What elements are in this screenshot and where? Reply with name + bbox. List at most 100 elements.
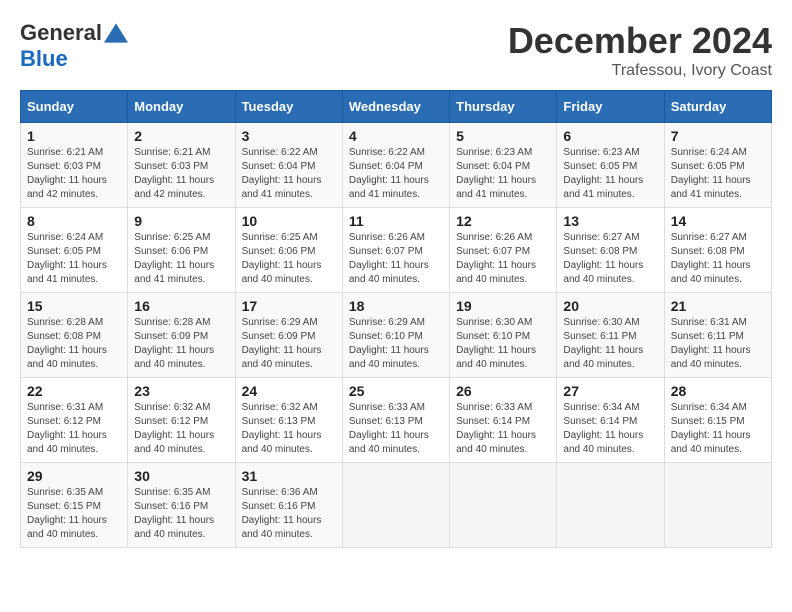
day-cell: 28Sunrise: 6:34 AMSunset: 6:15 PMDayligh…: [664, 378, 771, 463]
day-info: Sunrise: 6:28 AMSunset: 6:09 PMDaylight:…: [134, 316, 228, 372]
day-cell: 31Sunrise: 6:36 AMSunset: 6:16 PMDayligh…: [235, 463, 342, 548]
day-number: 16: [134, 298, 228, 314]
day-number: 2: [134, 128, 228, 144]
weekday-monday: Monday: [128, 91, 235, 123]
day-info: Sunrise: 6:30 AMSunset: 6:10 PMDaylight:…: [456, 316, 550, 372]
day-number: 7: [671, 128, 765, 144]
day-cell: 19 Sunrise: 6:30 AMSunset: 6:10 PMDayligh…: [450, 293, 557, 378]
day-info: Sunrise: 6:23 AMSunset: 6:05 PMDaylight:…: [563, 146, 657, 202]
day-number: 11: [349, 213, 443, 229]
day-number: 26: [456, 383, 550, 399]
header: General Blue December 2024 Trafessou, Iv…: [20, 20, 772, 80]
week-row-2: 8 Sunrise: 6:24 AMSunset: 6:05 PMDaylight…: [21, 208, 772, 293]
day-cell: 1 Sunrise: 6:21 AMSunset: 6:03 PMDaylight…: [21, 123, 128, 208]
day-cell: 25 Sunrise: 6:33 AMSunset: 6:13 PMDayligh…: [342, 378, 449, 463]
weekday-wednesday: Wednesday: [342, 91, 449, 123]
weekday-sunday: Sunday: [21, 91, 128, 123]
day-number: 18: [349, 298, 443, 314]
day-cell: 24 Sunrise: 6:32 AMSunset: 6:13 PMDayligh…: [235, 378, 342, 463]
day-number: 6: [563, 128, 657, 144]
day-info: Sunrise: 6:21 AMSunset: 6:03 PMDaylight:…: [27, 146, 121, 202]
day-cell: 10 Sunrise: 6:25 AMSunset: 6:06 PMDayligh…: [235, 208, 342, 293]
day-info: Sunrise: 6:36 AMSunset: 6:16 PMDaylight:…: [242, 486, 336, 542]
day-number: 8: [27, 213, 121, 229]
day-cell: 21 Sunrise: 6:31 AMSunset: 6:11 PMDayligh…: [664, 293, 771, 378]
week-row-3: 15 Sunrise: 6:28 AMSunset: 6:08 PMDayligh…: [21, 293, 772, 378]
day-info: Sunrise: 6:27 AMSunset: 6:08 PMDaylight:…: [563, 231, 657, 287]
day-info: Sunrise: 6:33 AMSunset: 6:13 PMDaylight:…: [349, 401, 443, 457]
weekday-thursday: Thursday: [450, 91, 557, 123]
weekday-friday: Friday: [557, 91, 664, 123]
day-cell: 5Sunrise: 6:23 AMSunset: 6:04 PMDaylight…: [450, 123, 557, 208]
day-number: 17: [242, 298, 336, 314]
day-cell: 17 Sunrise: 6:29 AMSunset: 6:09 PMDayligh…: [235, 293, 342, 378]
day-number: 3: [242, 128, 336, 144]
week-row-1: 1 Sunrise: 6:21 AMSunset: 6:03 PMDaylight…: [21, 123, 772, 208]
month-title: December 2024: [508, 20, 772, 62]
day-number: 19: [456, 298, 550, 314]
day-number: 15: [27, 298, 121, 314]
day-cell: [342, 463, 449, 548]
day-cell: 15 Sunrise: 6:28 AMSunset: 6:08 PMDayligh…: [21, 293, 128, 378]
day-cell: 7 Sunrise: 6:24 AMSunset: 6:05 PMDaylight…: [664, 123, 771, 208]
logo: General Blue: [20, 20, 128, 72]
day-number: 23: [134, 383, 228, 399]
day-cell: 13 Sunrise: 6:27 AMSunset: 6:08 PMDayligh…: [557, 208, 664, 293]
day-cell: 20 Sunrise: 6:30 AMSunset: 6:11 PMDayligh…: [557, 293, 664, 378]
day-info: Sunrise: 6:22 AMSunset: 6:04 PMDaylight:…: [242, 146, 336, 202]
weekday-saturday: Saturday: [664, 91, 771, 123]
day-cell: 12Sunrise: 6:26 AMSunset: 6:07 PMDayligh…: [450, 208, 557, 293]
calendar: SundayMondayTuesdayWednesdayThursdayFrid…: [20, 90, 772, 548]
day-cell: 18 Sunrise: 6:29 AMSunset: 6:10 PMDayligh…: [342, 293, 449, 378]
day-info: Sunrise: 6:25 AMSunset: 6:06 PMDaylight:…: [134, 231, 228, 287]
day-info: Sunrise: 6:32 AMSunset: 6:12 PMDaylight:…: [134, 401, 228, 457]
day-cell: 14Sunrise: 6:27 AMSunset: 6:08 PMDayligh…: [664, 208, 771, 293]
logo-icon: [104, 21, 128, 45]
day-number: 21: [671, 298, 765, 314]
day-number: 30: [134, 468, 228, 484]
day-info: Sunrise: 6:29 AMSunset: 6:10 PMDaylight:…: [349, 316, 443, 372]
day-cell: 26 Sunrise: 6:33 AMSunset: 6:14 PMDayligh…: [450, 378, 557, 463]
day-number: 10: [242, 213, 336, 229]
day-info: Sunrise: 6:31 AMSunset: 6:11 PMDaylight:…: [671, 316, 765, 372]
day-cell: 16 Sunrise: 6:28 AMSunset: 6:09 PMDayligh…: [128, 293, 235, 378]
title-area: December 2024 Trafessou, Ivory Coast: [508, 20, 772, 80]
day-info: Sunrise: 6:25 AMSunset: 6:06 PMDaylight:…: [242, 231, 336, 287]
calendar-body: 1 Sunrise: 6:21 AMSunset: 6:03 PMDaylight…: [21, 123, 772, 548]
week-row-4: 22Sunrise: 6:31 AMSunset: 6:12 PMDayligh…: [21, 378, 772, 463]
logo-general: General: [20, 20, 102, 46]
day-info: Sunrise: 6:28 AMSunset: 6:08 PMDaylight:…: [27, 316, 121, 372]
day-cell: 22Sunrise: 6:31 AMSunset: 6:12 PMDayligh…: [21, 378, 128, 463]
day-cell: [664, 463, 771, 548]
day-cell: 27Sunrise: 6:34 AMSunset: 6:14 PMDayligh…: [557, 378, 664, 463]
day-info: Sunrise: 6:32 AMSunset: 6:13 PMDaylight:…: [242, 401, 336, 457]
day-cell: 3 Sunrise: 6:22 AMSunset: 6:04 PMDaylight…: [235, 123, 342, 208]
day-cell: 9 Sunrise: 6:25 AMSunset: 6:06 PMDaylight…: [128, 208, 235, 293]
day-info: Sunrise: 6:31 AMSunset: 6:12 PMDaylight:…: [27, 401, 121, 457]
weekday-tuesday: Tuesday: [235, 91, 342, 123]
day-cell: [557, 463, 664, 548]
day-number: 9: [134, 213, 228, 229]
day-number: 20: [563, 298, 657, 314]
day-number: 25: [349, 383, 443, 399]
day-info: Sunrise: 6:33 AMSunset: 6:14 PMDaylight:…: [456, 401, 550, 457]
day-cell: 6 Sunrise: 6:23 AMSunset: 6:05 PMDaylight…: [557, 123, 664, 208]
day-number: 12: [456, 213, 550, 229]
day-number: 13: [563, 213, 657, 229]
day-cell: 23 Sunrise: 6:32 AMSunset: 6:12 PMDayligh…: [128, 378, 235, 463]
day-cell: 30Sunrise: 6:35 AMSunset: 6:16 PMDayligh…: [128, 463, 235, 548]
day-info: Sunrise: 6:29 AMSunset: 6:09 PMDaylight:…: [242, 316, 336, 372]
day-cell: [450, 463, 557, 548]
day-cell: 4 Sunrise: 6:22 AMSunset: 6:04 PMDaylight…: [342, 123, 449, 208]
day-info: Sunrise: 6:22 AMSunset: 6:04 PMDaylight:…: [349, 146, 443, 202]
weekday-header: SundayMondayTuesdayWednesdayThursdayFrid…: [21, 91, 772, 123]
day-info: Sunrise: 6:24 AMSunset: 6:05 PMDaylight:…: [671, 146, 765, 202]
day-number: 1: [27, 128, 121, 144]
day-number: 4: [349, 128, 443, 144]
day-info: Sunrise: 6:24 AMSunset: 6:05 PMDaylight:…: [27, 231, 121, 287]
day-cell: 29Sunrise: 6:35 AMSunset: 6:15 PMDayligh…: [21, 463, 128, 548]
day-info: Sunrise: 6:34 AMSunset: 6:15 PMDaylight:…: [671, 401, 765, 457]
day-info: Sunrise: 6:30 AMSunset: 6:11 PMDaylight:…: [563, 316, 657, 372]
day-number: 14: [671, 213, 765, 229]
day-number: 24: [242, 383, 336, 399]
